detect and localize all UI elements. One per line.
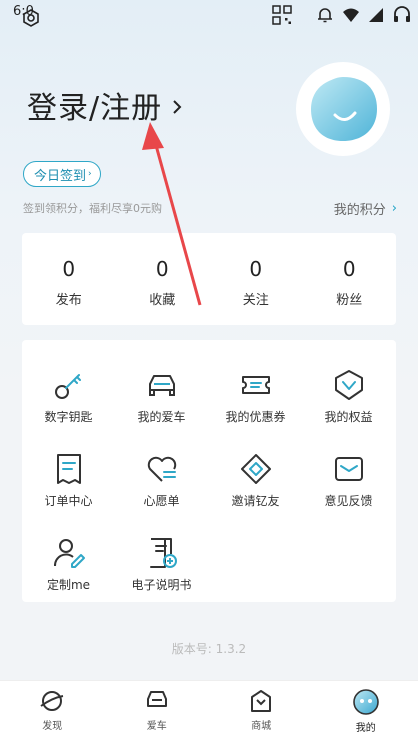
feedback-icon [334,457,363,481]
menu-item-label: 我的权益 [324,410,373,424]
stat-value: 0 [155,257,169,281]
checkin-tip: 签到领积分，福利尽享0元购 [23,202,162,215]
chevron-right-small-icon: › [88,169,92,179]
tab-label: 商城 [251,721,272,732]
menu-item-label: 数字钥匙 [44,410,93,424]
stats-card: 0 发布 0 收藏 0 关注 0 粉丝 [22,233,396,325]
login-register-label: 登录/注册 [27,91,163,126]
menu-item-order-center[interactable]: 订单中心 [22,452,115,522]
menu-item-custom-me[interactable]: 定制me [22,536,115,606]
tab-label: 我的 [355,723,376,734]
version-label: 版本号: 1.3.2 [171,642,247,656]
stat-label: 发布 [55,293,82,308]
stat-fans[interactable]: 0 粉丝 [303,233,397,325]
wifi-icon [343,8,359,22]
tab-car[interactable]: 爱车 [105,681,210,744]
login-register-link[interactable]: 登录/注册 [27,83,182,127]
daily-checkin-label: 今日签到 [34,168,87,184]
stat-following[interactable]: 0 关注 [209,233,303,325]
tab-shop[interactable]: 商城 [209,681,314,744]
menu-item-label: 电子说明书 [131,578,192,592]
avatar[interactable] [296,62,390,156]
tab-label: 发现 [42,721,63,732]
menu-item-label: 我的爱车 [137,410,186,424]
order-icon [56,454,81,484]
my-points-link[interactable]: 我的积分 › [334,199,397,218]
chevron-right-icon [173,100,182,114]
planet-icon [40,691,64,711]
daily-checkin-button[interactable]: 今日签到 › [23,161,101,187]
stat-value: 0 [62,257,76,281]
menu-item-wishlist[interactable]: 心愿单 [115,452,208,522]
stat-label: 收藏 [149,293,176,308]
car-icon [148,375,175,396]
my-points-label: 我的积分 [333,203,386,218]
menu-item-label: 我的优惠券 [225,410,286,424]
services-grid: 数字钥匙 我的爱车 我的优惠券 我的权益 订单中心 心愿单 邀请钇友 意见反馈 … [22,340,396,602]
signal-icon [369,8,383,22]
status-bar: 6:0 [0,0,418,30]
tab-discover[interactable]: 发现 [0,681,105,744]
stat-label: 粉丝 [336,293,363,308]
headset-icon [394,6,410,22]
car-front-icon [146,691,167,707]
tab-label: 爱车 [146,721,167,732]
wishlist-icon [147,456,176,482]
menu-item-label: 定制me [46,578,91,592]
menu-item-invite-friends[interactable]: 邀请钇友 [209,452,302,522]
stat-label: 关注 [242,293,269,308]
stat-value: 0 [249,257,263,281]
menu-item-digital-key[interactable]: 数字钥匙 [22,368,115,438]
shop-icon [251,690,272,712]
key-icon [54,374,81,399]
rights-icon [334,370,363,400]
menu-item-label: 订单中心 [44,494,93,508]
invite-icon [240,454,271,484]
chevron-right-icon: › [391,201,397,216]
bell-icon [318,8,332,23]
qr-icon [272,5,292,25]
bottom-tab-bar: 发现 爱车 商城 我的 [0,680,418,744]
stat-value: 0 [342,257,356,281]
custom-me-icon [53,539,85,568]
stat-favorites[interactable]: 0 收藏 [116,233,210,325]
menu-item-my-car[interactable]: 我的爱车 [115,368,208,438]
menu-item-label: 邀请钇友 [231,494,280,508]
app-notification-icon [23,9,39,27]
menu-item-e-manual[interactable]: 电子说明书 [115,536,208,606]
menu-item-label: 意见反馈 [324,494,373,508]
coupon-icon [241,376,270,394]
manual-icon [149,538,177,568]
menu-item-benefits[interactable]: 我的权益 [302,368,395,438]
profile-face-icon [352,689,379,715]
menu-item-label: 心愿单 [143,494,180,508]
menu-item-feedback[interactable]: 意见反馈 [302,452,395,522]
stat-posts[interactable]: 0 发布 [22,233,116,325]
tab-mine[interactable]: 我的 [314,681,418,744]
menu-item-coupons[interactable]: 我的优惠券 [209,368,302,438]
water-drop-avatar-icon [311,77,377,141]
